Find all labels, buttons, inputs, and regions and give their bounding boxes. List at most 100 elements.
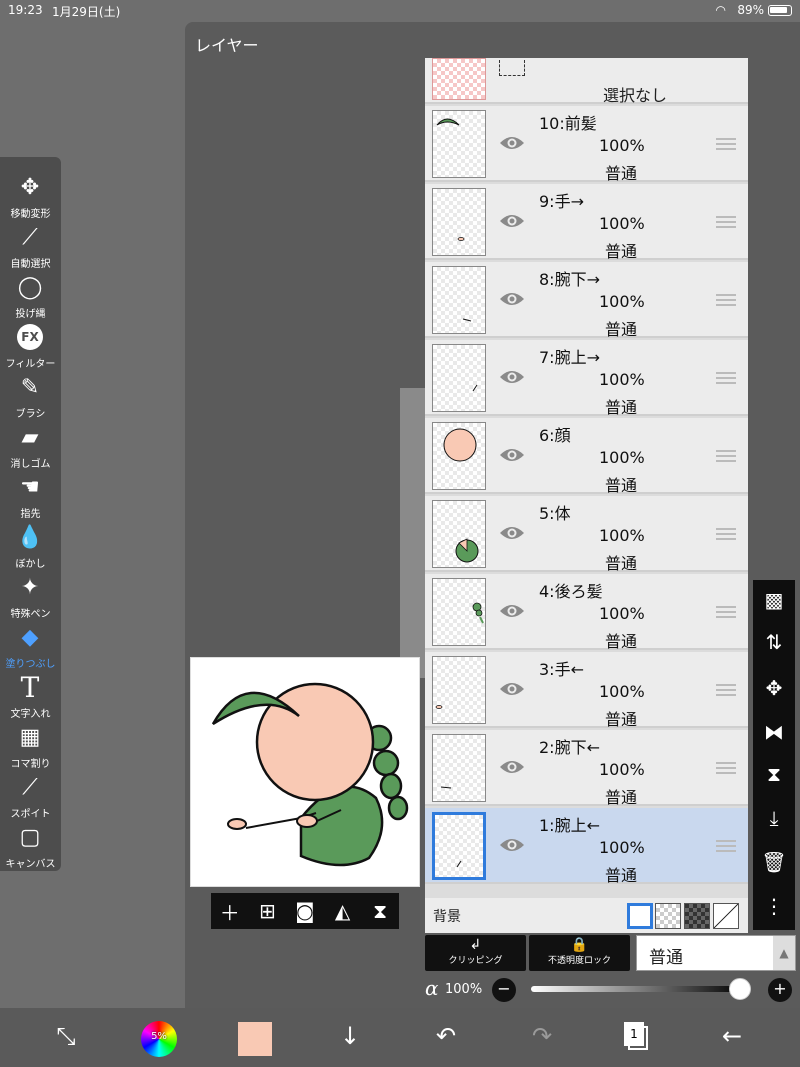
- slider-knob[interactable]: [729, 978, 751, 1000]
- move-icon: ✥: [20, 174, 40, 200]
- eye-icon[interactable]: [499, 212, 525, 230]
- move-layer-icon[interactable]: ✥: [753, 676, 795, 700]
- clipping-button[interactable]: ↲ クリッピング: [425, 935, 526, 971]
- drag-handle-icon[interactable]: [716, 138, 736, 150]
- flip-vertical-icon[interactable]: ⧗: [367, 899, 393, 923]
- color-wheel-button[interactable]: 5%: [141, 1021, 177, 1057]
- tool-label: 塗りつぶし: [5, 659, 56, 670]
- tool-bucket[interactable]: ◆ 塗りつぶし: [0, 619, 61, 671]
- opacity-minus-button[interactable]: −: [492, 978, 516, 1002]
- drag-handle-icon[interactable]: [716, 606, 736, 618]
- lock-label: 不透明度ロック: [547, 956, 611, 966]
- tool-filter[interactable]: FX フィルター: [0, 319, 61, 370]
- layer-row[interactable]: 8:腕下→ 100% 普通: [425, 262, 748, 339]
- flip-layer-horizontal-icon[interactable]: ⧓: [753, 720, 795, 744]
- bg-none-swatch[interactable]: [713, 903, 739, 929]
- eye-icon[interactable]: [499, 602, 525, 620]
- tool-label: フィルター: [5, 359, 56, 370]
- current-color-swatch[interactable]: [238, 1022, 272, 1056]
- layer-row[interactable]: 5:体 100% 普通: [425, 496, 748, 573]
- selection-layer-row[interactable]: 選択なし: [425, 58, 748, 105]
- layer-row[interactable]: 7:腕上→ 100% 普通: [425, 340, 748, 417]
- layer-opacity: 100%: [599, 292, 645, 311]
- drag-handle-icon[interactable]: [716, 216, 736, 228]
- tool-label: 特殊ペン: [10, 609, 51, 620]
- drag-handle-icon[interactable]: [716, 372, 736, 384]
- tool-text[interactable]: T 文字入れ: [0, 669, 61, 721]
- layer-thumbnail: [432, 812, 486, 880]
- drag-handle-icon[interactable]: [716, 840, 736, 852]
- character-drawing: [211, 682, 409, 867]
- swap-layers-icon[interactable]: ⇅: [753, 630, 795, 654]
- tool-label: 文字入れ: [10, 709, 51, 720]
- tool-finger[interactable]: ☚ 指先: [0, 469, 61, 521]
- tool-magic-wand[interactable]: ⟋ 自動選択: [0, 219, 61, 271]
- tool-eyedropper[interactable]: ⟋ スポイト: [0, 769, 61, 821]
- tool-blur[interactable]: 💧 ぼかし: [0, 519, 61, 571]
- bg-dark-swatch[interactable]: [684, 903, 710, 929]
- transparency-icon[interactable]: ▩: [753, 588, 795, 612]
- battery-icon: [768, 5, 792, 16]
- layer-row[interactable]: 4:後ろ髪 100% 普通: [425, 574, 748, 651]
- layer-side-toolbar: ▩ ⇅ ✥ ⧓ ⧗ ⤓ 🗑 ⋮: [753, 580, 795, 930]
- drag-handle-icon[interactable]: [716, 450, 736, 462]
- flip-horizontal-icon[interactable]: ◭: [330, 899, 356, 923]
- back-arrow-icon[interactable]: ←: [714, 1022, 750, 1050]
- eye-icon[interactable]: [499, 134, 525, 152]
- layer-name: 1:腕上←: [539, 816, 600, 835]
- window-title: レイヤー: [195, 36, 259, 55]
- bg-white-swatch[interactable]: [627, 903, 653, 929]
- eye-icon[interactable]: [499, 758, 525, 776]
- transform-arrows-icon[interactable]: ⤡: [48, 1022, 84, 1050]
- layer-row[interactable]: 3:手← 100% 普通: [425, 652, 748, 729]
- layer-opacity: 100%: [599, 136, 645, 155]
- redo-icon[interactable]: ↷: [524, 1022, 560, 1050]
- layer-blend-mode: 普通: [605, 632, 638, 651]
- background-row: 背景: [425, 898, 748, 933]
- add-layer-box-icon[interactable]: ⊞: [254, 899, 280, 923]
- download-arrow-icon[interactable]: ↓: [332, 1022, 368, 1050]
- tool-canvas[interactable]: ▢ キャンバス: [0, 819, 61, 871]
- layer-opacity: 100%: [599, 370, 645, 389]
- blend-mode-select[interactable]: 普通 ▲: [636, 935, 796, 971]
- layers-pages-button[interactable]: 1: [624, 1022, 648, 1052]
- more-icon[interactable]: ⋮: [753, 894, 795, 918]
- layer-row[interactable]: 6:顔 100% 普通: [425, 418, 748, 495]
- eye-icon[interactable]: [499, 524, 525, 542]
- tool-eraser[interactable]: ▰ 消しゴム: [0, 419, 61, 471]
- drag-handle-icon[interactable]: [716, 762, 736, 774]
- drag-handle-icon[interactable]: [716, 684, 736, 696]
- opacity-slider[interactable]: [531, 978, 751, 1000]
- eye-icon[interactable]: [499, 368, 525, 386]
- drag-handle-icon[interactable]: [716, 528, 736, 540]
- layer-blend-mode: 普通: [605, 866, 638, 885]
- eye-icon[interactable]: [499, 680, 525, 698]
- opacity-lock-button[interactable]: 🔒 不透明度ロック: [529, 935, 630, 971]
- bg-transparent-swatch[interactable]: [655, 903, 681, 929]
- camera-icon[interactable]: ◙: [292, 899, 318, 923]
- layer-row[interactable]: 10:前髪 100% 普通: [425, 106, 748, 183]
- layer-row[interactable]: 9:手→ 100% 普通: [425, 184, 748, 261]
- eye-icon[interactable]: [499, 446, 525, 464]
- blend-mode-value: 普通: [649, 948, 683, 968]
- tool-lasso[interactable]: ◯ 投げ縄: [0, 269, 61, 321]
- undo-icon[interactable]: ↶: [428, 1022, 464, 1050]
- blur-drop-icon: 💧: [16, 524, 44, 550]
- layer-row[interactable]: 2:腕下← 100% 普通: [425, 730, 748, 807]
- eye-icon[interactable]: [499, 290, 525, 308]
- tool-brush[interactable]: ✎ ブラシ: [0, 369, 61, 421]
- drag-handle-icon[interactable]: [716, 294, 736, 306]
- tool-move[interactable]: ✥ 移動変形: [0, 169, 61, 221]
- tool-frame-divide[interactable]: ▦ コマ割り: [0, 719, 61, 771]
- merge-down-icon[interactable]: ⤓: [753, 806, 795, 830]
- trash-icon[interactable]: 🗑: [753, 850, 795, 874]
- tool-special-pen[interactable]: ✦ 特殊ペン: [0, 569, 61, 621]
- layer-row[interactable]: 1:腕上← 100% 普通: [425, 808, 748, 885]
- finger-icon: ☚: [20, 474, 40, 500]
- flip-layer-vertical-icon[interactable]: ⧗: [753, 762, 795, 786]
- opacity-plus-button[interactable]: +: [768, 978, 792, 1002]
- add-layer-icon[interactable]: ＋: [217, 897, 243, 926]
- frame-divide-icon: ▦: [19, 724, 41, 750]
- canvas-preview[interactable]: [190, 657, 420, 887]
- eye-icon[interactable]: [499, 836, 525, 854]
